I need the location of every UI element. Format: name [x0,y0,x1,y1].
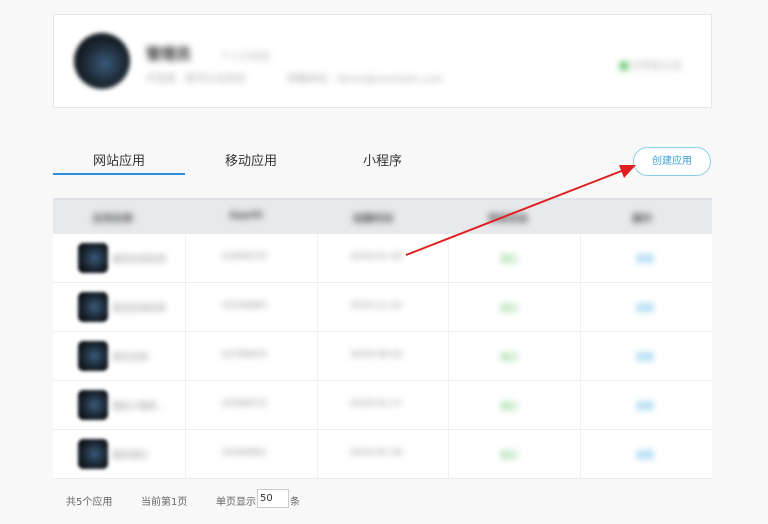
arrow-head [619,165,636,178]
arrow-shaft [405,169,625,256]
red-arrow-icon [405,165,636,256]
